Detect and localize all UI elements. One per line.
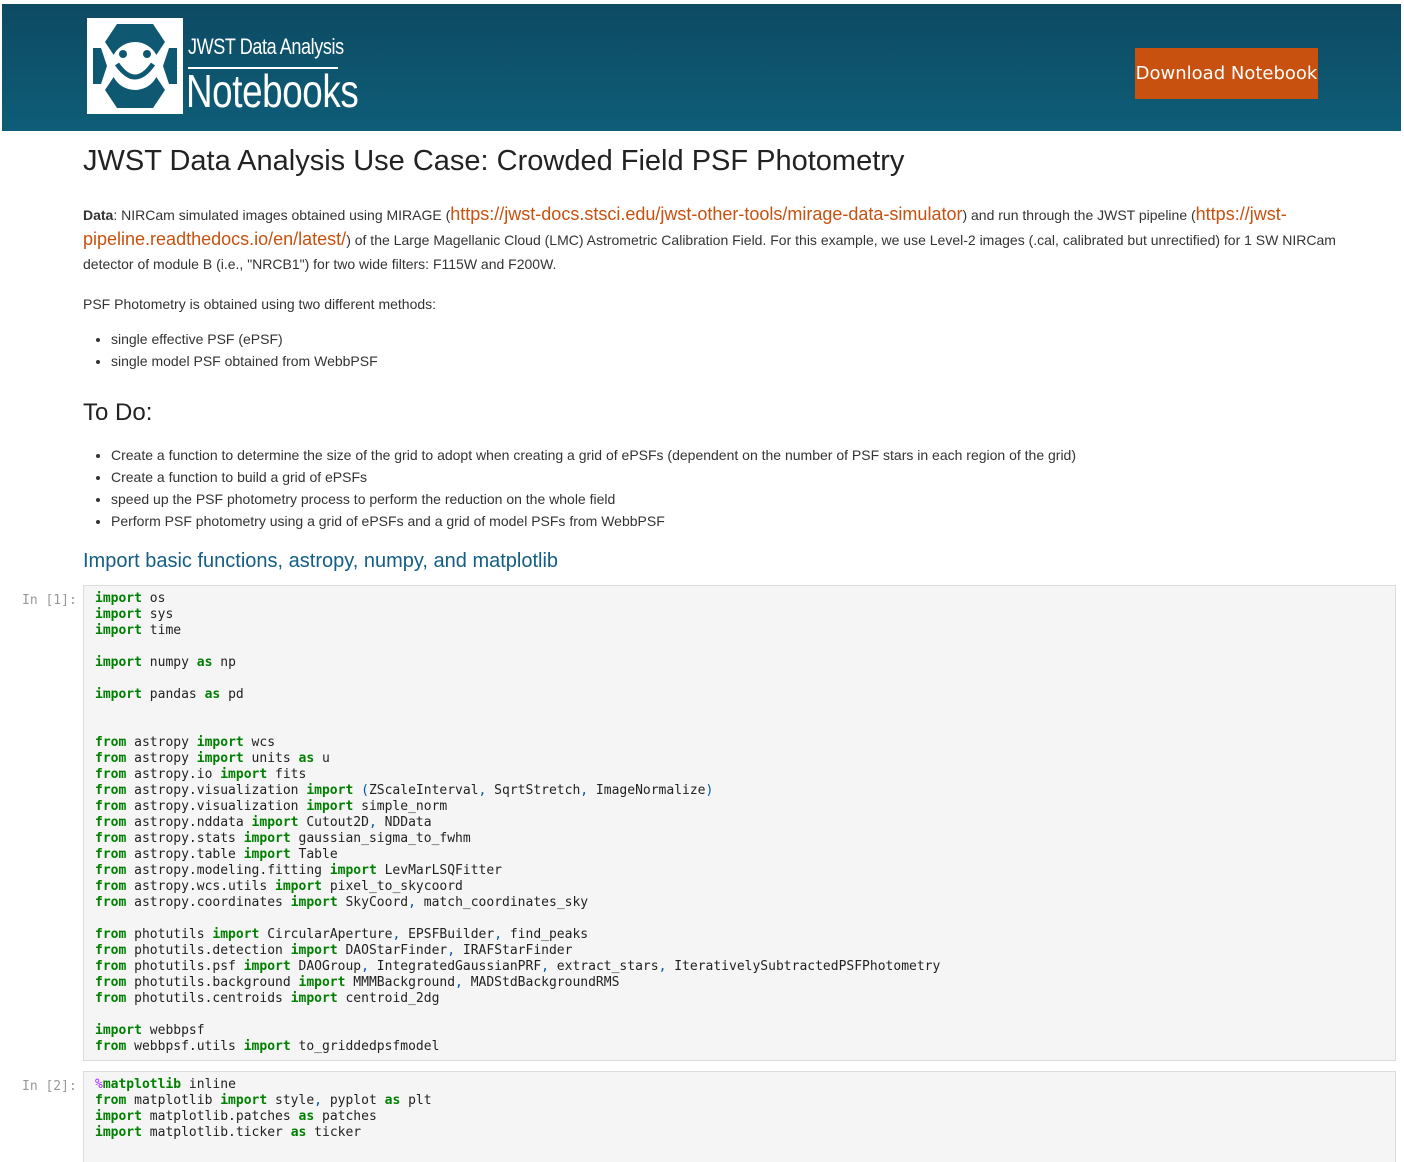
section-heading: Import basic functions, astropy, numpy, …: [83, 550, 559, 572]
data-text-2: ) and run through the JWST pipeline (: [962, 207, 1196, 223]
header-bar: JWST Data Analysis Notebooks Download No…: [2, 4, 1401, 131]
list-item: Perform PSF photometry using a grid of e…: [111, 510, 1076, 532]
list-item: speed up the PSF photometry process to p…: [111, 488, 1076, 510]
logo-subtitle: JWST Data Analysis: [188, 34, 344, 59]
methods-intro: PSF Photometry is obtained using two dif…: [83, 296, 437, 312]
cell-prompt: In [2]:: [22, 1079, 77, 1094]
list-item: single effective PSF (ePSF): [111, 328, 378, 350]
code-cell[interactable]: %matplotlib inline from matplotlib impor…: [83, 1071, 1396, 1162]
page-title: JWST Data Analysis Use Case: Crowded Fie…: [83, 145, 905, 177]
download-notebook-button[interactable]: Download Notebook: [1135, 48, 1318, 99]
cell-prompt: In [1]:: [22, 593, 77, 608]
todo-list: Create a function to determine the size …: [83, 444, 1076, 532]
code-cell[interactable]: import os import sys import time import …: [83, 585, 1396, 1061]
logo-title: Notebooks: [186, 65, 359, 117]
data-paragraph: Data: NIRCam simulated images obtained u…: [83, 202, 1353, 276]
mirage-link[interactable]: https://jwst-docs.stsci.edu/jwst-other-t…: [450, 204, 962, 224]
jwst-logo-icon: [87, 18, 183, 114]
data-text-1: : NIRCam simulated images obtained using…: [113, 207, 451, 223]
list-item: Create a function to build a grid of ePS…: [111, 466, 1076, 488]
list-item: single model PSF obtained from WebbPSF: [111, 350, 378, 372]
code-cell-source[interactable]: import os import sys import time import …: [84, 586, 1395, 1060]
code-cell-source[interactable]: %matplotlib inline from matplotlib impor…: [84, 1072, 1395, 1146]
methods-list: single effective PSF (ePSF) single model…: [83, 328, 378, 372]
list-item: Create a function to determine the size …: [111, 444, 1076, 466]
data-label: Data: [83, 207, 114, 223]
todo-heading: To Do:: [83, 399, 153, 426]
